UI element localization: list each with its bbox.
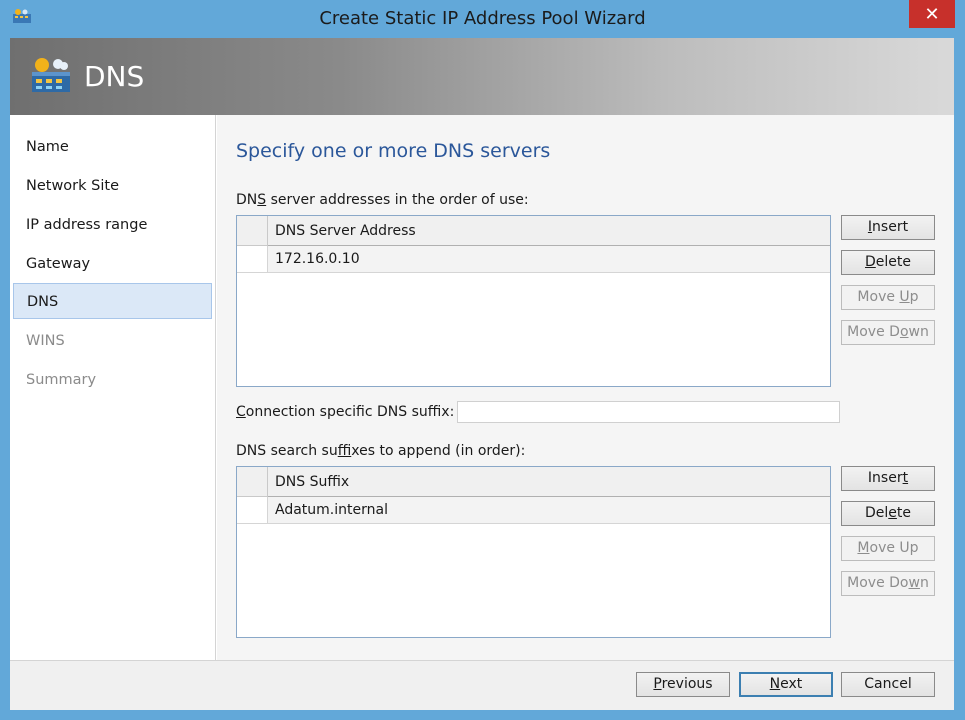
suffix-delete-button[interactable]: Delete	[841, 501, 935, 526]
search-suffixes-label: DNS search suffixes to append (in order)…	[236, 443, 526, 459]
page-title: DNS	[84, 60, 145, 93]
previous-button[interactable]: Previous	[636, 672, 730, 697]
nav-item-network-site[interactable]: Network Site	[13, 168, 212, 204]
next-button[interactable]: Next	[739, 672, 833, 697]
grid-corner	[237, 467, 268, 497]
grid-corner	[237, 216, 268, 246]
dns-suffix-row[interactable]: Adatum.internal	[268, 497, 830, 524]
dns-insert-button[interactable]: Insert	[841, 215, 935, 240]
dns-servers-label: DNS server addresses in the order of use…	[236, 192, 529, 208]
connection-suffix-label: Connection specific DNS suffix:	[236, 404, 455, 420]
main-panel: Specify one or more DNS servers DNS serv…	[217, 115, 954, 660]
nav-item-summary: Summary	[26, 372, 97, 388]
dns-delete-button[interactable]: Delete	[841, 250, 935, 275]
cancel-button[interactable]: Cancel	[841, 672, 935, 697]
title-bar[interactable]: Create Static IP Address Pool Wizard ✕	[0, 0, 965, 38]
close-icon: ✕	[924, 3, 940, 25]
nav-item-gateway[interactable]: Gateway	[13, 246, 212, 282]
suffix-insert-button[interactable]: Insert	[841, 466, 935, 491]
suffix-move-up-button[interactable]: Move Up	[841, 536, 935, 561]
dns-move-down-button[interactable]: Move Down	[841, 320, 935, 345]
row-selector[interactable]	[237, 246, 268, 273]
nav-item-wins: WINS	[26, 333, 65, 349]
network-pool-icon	[32, 58, 70, 92]
column-header[interactable]: DNS Suffix	[268, 467, 830, 497]
close-button[interactable]: ✕	[909, 0, 955, 28]
search-suffixes-grid[interactable]: DNS Suffix Adatum.internal	[236, 466, 831, 638]
dns-move-up-button[interactable]: Move Up	[841, 285, 935, 310]
dns-server-row[interactable]: 172.16.0.10	[268, 246, 830, 273]
wizard-window: Create Static IP Address Pool Wizard ✕ D…	[0, 0, 965, 720]
dns-servers-grid[interactable]: DNS Server Address 172.16.0.10	[236, 215, 831, 387]
suffix-move-down-button[interactable]: Move Down	[841, 571, 935, 596]
section-heading: Specify one or more DNS servers	[236, 140, 551, 162]
nav-item-name[interactable]: Name	[13, 129, 212, 165]
window-title: Create Static IP Address Pool Wizard	[319, 8, 646, 29]
header-banner: DNS	[10, 38, 954, 115]
wizard-body: Name Network Site IP address range Gatew…	[10, 115, 954, 710]
wizard-footer: Previous Next Cancel	[10, 660, 954, 710]
row-selector[interactable]	[237, 497, 268, 524]
connection-suffix-input[interactable]	[457, 401, 840, 423]
column-header[interactable]: DNS Server Address	[268, 216, 830, 246]
wizard-steps-nav: Name Network Site IP address range Gatew…	[10, 115, 216, 660]
nav-item-ip-address-range[interactable]: IP address range	[13, 207, 212, 243]
nav-item-dns[interactable]: DNS	[13, 283, 212, 319]
